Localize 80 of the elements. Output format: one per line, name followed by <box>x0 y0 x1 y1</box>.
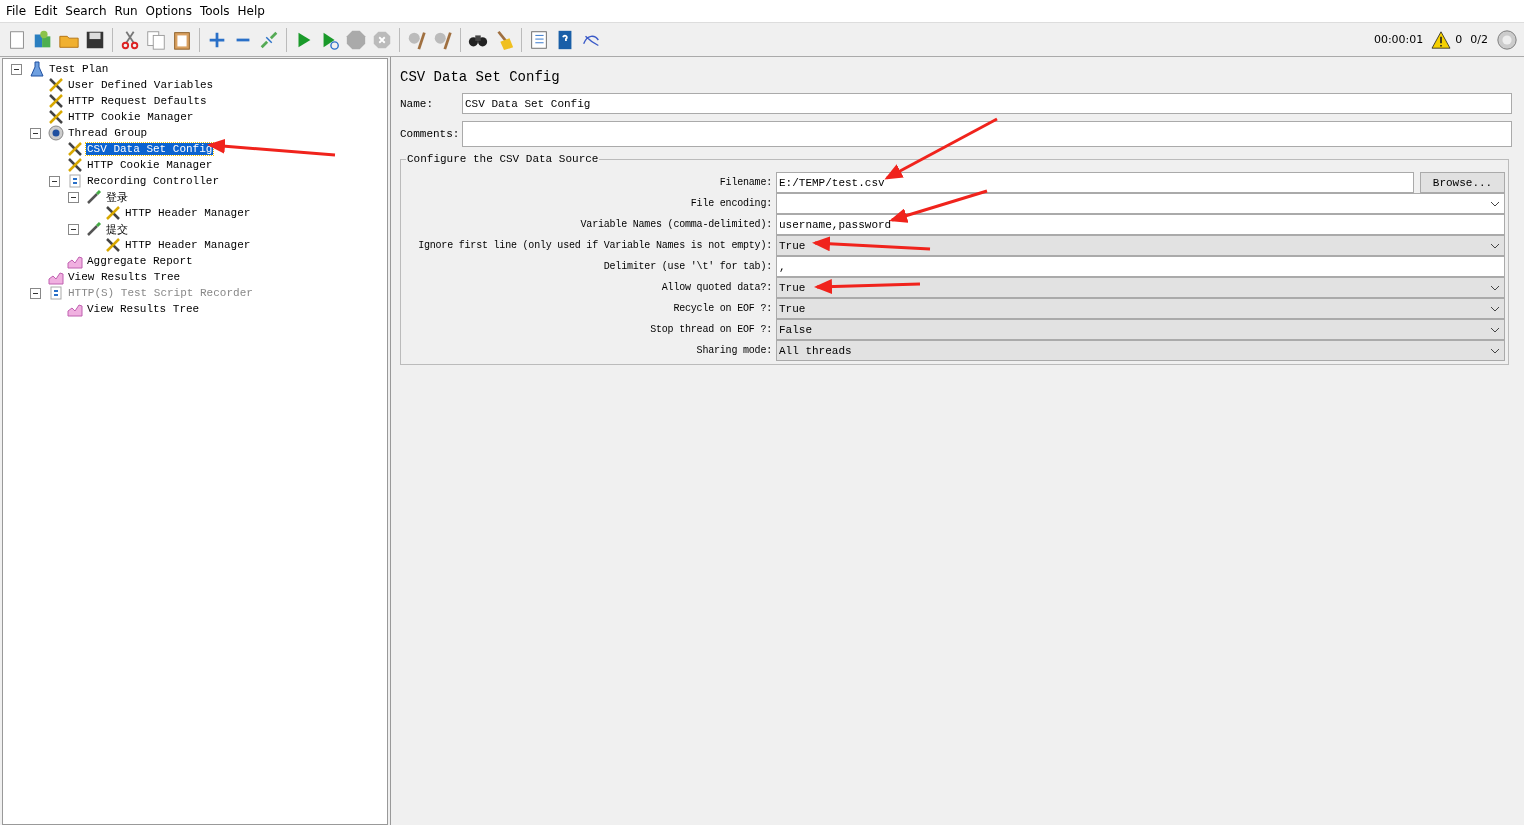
tree-node[interactable]: HTTP Cookie Manager <box>67 111 195 123</box>
tools-icon <box>67 157 83 173</box>
dropdown[interactable]: True <box>776 298 1505 319</box>
comments-field[interactable] <box>462 121 1512 147</box>
tree-node[interactable]: Aggregate Report <box>86 255 194 267</box>
tree-node[interactable]: Test Plan <box>48 63 110 75</box>
panel-title: CSV Data Set Config <box>400 69 561 85</box>
caret-icon <box>1490 305 1500 312</box>
menu-item[interactable]: Options <box>141 4 196 18</box>
copy-icon[interactable] <box>145 28 167 51</box>
field-label: File encoding: <box>689 198 773 209</box>
menu-item[interactable]: Search <box>61 4 111 18</box>
tree-node[interactable]: HTTP Header Manager <box>124 207 252 219</box>
tree-node[interactable]: User Defined Variables <box>67 79 215 91</box>
collapse-toggle[interactable] <box>11 63 22 75</box>
caret-icon <box>1490 347 1500 354</box>
tools-icon <box>48 93 64 109</box>
caret-icon <box>1490 200 1500 207</box>
warning-count: 0 <box>1455 33 1463 46</box>
field-label: Filename: <box>718 177 773 188</box>
controller-icon <box>48 285 64 301</box>
tree-node[interactable]: Recording Controller <box>86 175 221 187</box>
tree-node[interactable]: 提交 <box>105 221 129 237</box>
collapse-toggle[interactable] <box>49 175 60 187</box>
text-field[interactable]: , <box>776 256 1505 277</box>
field-label: Allow quoted data?: <box>660 282 773 293</box>
dropdown[interactable]: True <box>776 235 1505 256</box>
function-helper-icon[interactable] <box>528 28 550 51</box>
flask-icon <box>29 61 45 77</box>
tools-icon <box>105 237 121 253</box>
filename-field[interactable]: E:/TEMP/test.csv <box>776 172 1414 193</box>
tree-node[interactable]: CSV Data Set Config <box>86 143 214 155</box>
tools-icon <box>48 109 64 125</box>
group-title: Configure the CSV Data Source <box>406 153 600 165</box>
tree-node[interactable]: 登录 <box>105 189 129 205</box>
field-label: Variable Names (comma-delimited): <box>579 219 773 230</box>
tree-node[interactable]: Thread Group <box>67 127 149 139</box>
name-field[interactable]: CSV Data Set Config <box>462 93 1512 114</box>
caret-icon <box>1490 326 1500 333</box>
dropdown[interactable] <box>776 193 1505 214</box>
field-label: Delimiter (use '\t' for tab): <box>602 261 773 272</box>
field-label: Recycle on EOF ?: <box>672 303 773 314</box>
dropdown[interactable]: True <box>776 277 1505 298</box>
elapsed-time: 00:00:01 <box>1373 33 1424 46</box>
caret-icon <box>1490 242 1500 249</box>
chart-icon <box>67 253 83 269</box>
dropdown[interactable]: All threads <box>776 340 1505 361</box>
field-label: Sharing mode: <box>695 345 773 356</box>
warning-icon[interactable] <box>1431 30 1452 49</box>
field-label: Stop thread on EOF ?: <box>649 324 773 335</box>
collapse-toggle[interactable] <box>68 223 79 235</box>
chart-icon <box>67 301 83 317</box>
controller-icon <box>67 173 83 189</box>
collapse-toggle[interactable] <box>68 191 79 203</box>
tree-node[interactable]: HTTP Header Manager <box>124 239 252 251</box>
menu-item[interactable]: Run <box>110 4 142 18</box>
tree-node[interactable]: HTTP Request Defaults <box>67 95 208 107</box>
comments-label: Comments: <box>400 128 461 140</box>
tools-icon <box>48 77 64 93</box>
tree-node[interactable]: View Results Tree <box>67 271 182 283</box>
menu-item[interactable]: Help <box>233 4 269 18</box>
tree-node[interactable]: HTTP Cookie Manager <box>86 159 214 171</box>
menu-item[interactable]: Edit <box>30 4 62 18</box>
status-indicator-icon <box>1496 28 1518 51</box>
browse-button[interactable]: Browse... <box>1420 172 1505 193</box>
tools-icon <box>105 205 121 221</box>
tools-icon <box>67 141 83 157</box>
dropdown[interactable]: False <box>776 319 1505 340</box>
field-label: Ignore first line (only used if Variable Names is not empty): <box>417 240 773 251</box>
text-field[interactable]: username,password <box>776 214 1505 235</box>
chart-icon <box>48 269 64 285</box>
collapse-toggle[interactable] <box>30 127 41 139</box>
gear-icon <box>48 125 64 141</box>
menu-item[interactable]: Tools <box>195 4 234 18</box>
pipette-icon <box>86 189 102 205</box>
menu-item[interactable]: File <box>2 4 31 18</box>
name-label: Name: <box>400 97 434 110</box>
caret-icon <box>1490 284 1500 291</box>
pipette-icon <box>86 221 102 237</box>
thread-count: 0/2 <box>1470 33 1488 46</box>
